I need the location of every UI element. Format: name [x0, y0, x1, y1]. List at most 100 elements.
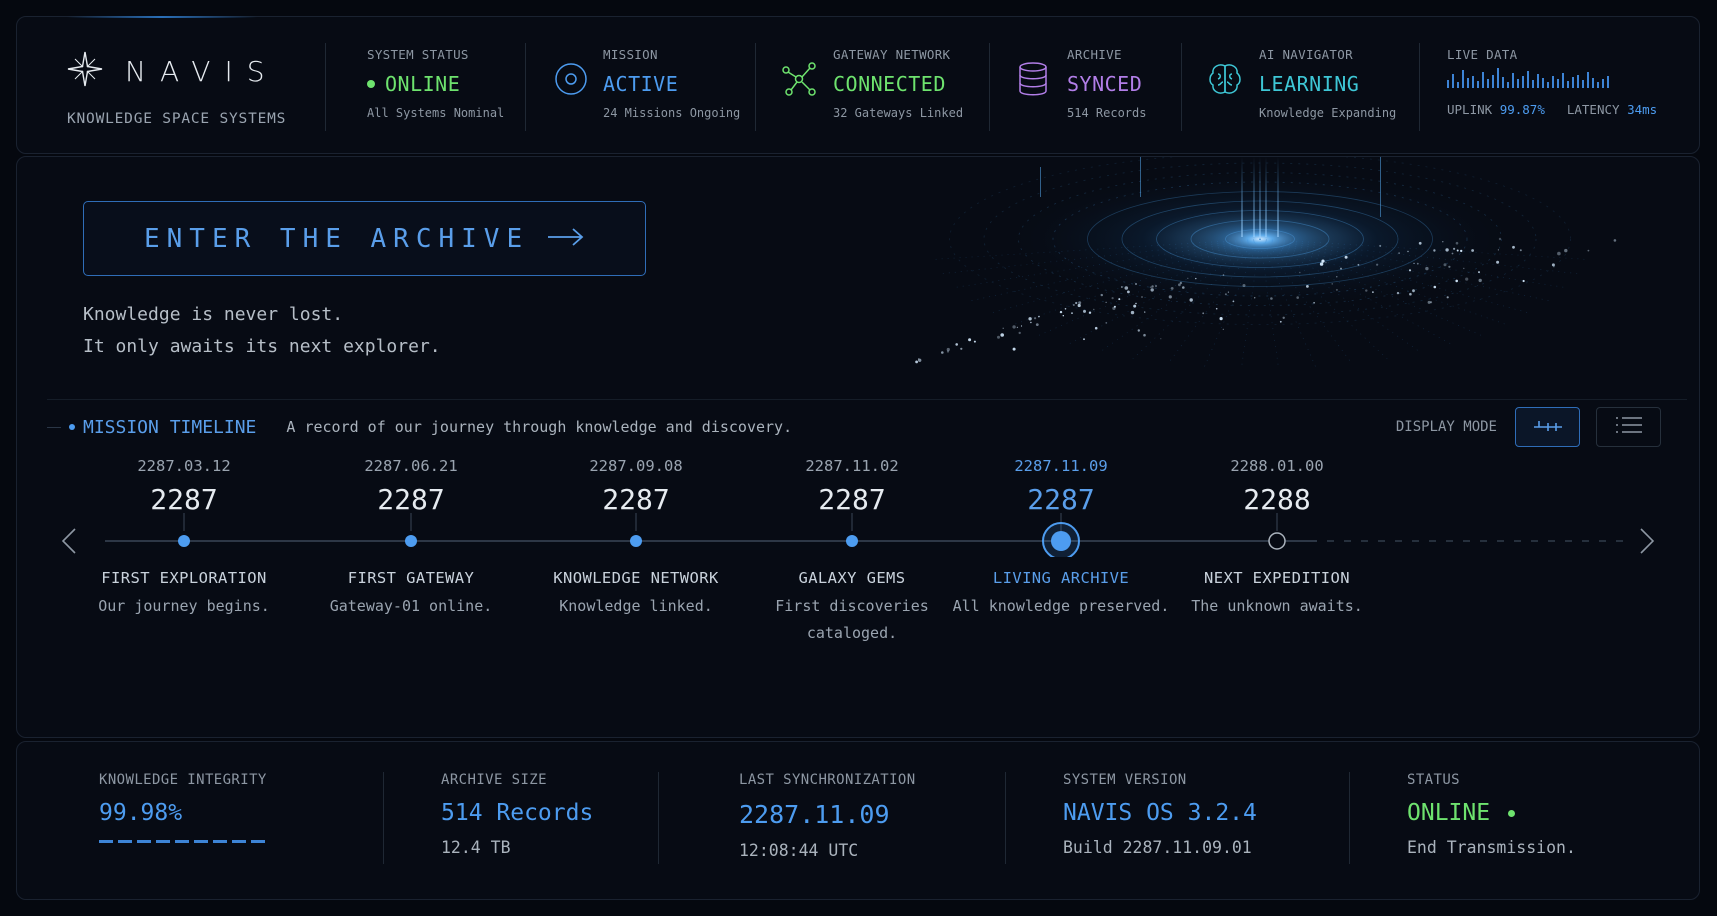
timeline-next-button[interactable]: [1639, 527, 1655, 559]
star: [1254, 297, 1256, 299]
star: [1187, 277, 1189, 279]
gateway-status[interactable]: GATEWAY NETWORK CONNECTED 32 Gateways Li…: [781, 47, 963, 120]
timeline-event-body[interactable]: NEXT EXPEDITION The unknown awaits.: [1167, 569, 1387, 620]
timeline-view-button[interactable]: [1515, 407, 1580, 447]
star: [1137, 329, 1140, 332]
star: [1496, 260, 1500, 264]
sparkline-bar: [1462, 70, 1464, 88]
star: [1321, 259, 1325, 263]
timeline-prev-button[interactable]: [61, 527, 77, 559]
knowledge-integrity-value: 99.98%: [99, 800, 183, 826]
timeline-event-header[interactable]: 2287.03.12 2287: [74, 457, 294, 516]
star: [1219, 317, 1223, 321]
star: [1553, 266, 1555, 268]
sparkline-bar: [1447, 80, 1449, 88]
star: [1445, 248, 1449, 252]
timeline-event-header[interactable]: 2287.11.09 2287: [951, 457, 1171, 516]
section-divider: [47, 399, 1687, 400]
event-date: 2288.01.00: [1230, 457, 1324, 475]
event-year: 2287: [602, 483, 670, 516]
live-data: LIVE DATA UPLINK 99.87% LATENCY 34ms: [1447, 47, 1687, 117]
star: [1398, 252, 1400, 254]
event-description: First discoveries cataloged.: [775, 597, 929, 642]
gateway-value: CONNECTED: [833, 72, 946, 96]
star: [1319, 262, 1324, 266]
star: [1519, 249, 1522, 252]
sparkline-bar: [1527, 71, 1529, 88]
timeline-event-header[interactable]: 2287.11.02 2287: [742, 457, 962, 516]
star: [1396, 291, 1400, 295]
star: [1016, 326, 1019, 329]
star: [1433, 285, 1437, 289]
timeline-event-body[interactable]: LIVING ARCHIVE All knowledge preserved.: [951, 569, 1171, 620]
event-year: 2287: [1027, 483, 1095, 516]
timeline-event-body[interactable]: FIRST GATEWAY Gateway-01 online.: [301, 569, 521, 620]
event-name: FIRST GATEWAY: [347, 569, 475, 587]
latency-value: 34ms: [1627, 102, 1658, 117]
star: [1224, 293, 1227, 296]
ai-navigator-value: LEARNING: [1259, 72, 1360, 96]
star: [968, 338, 972, 342]
star: [1062, 315, 1064, 317]
system-status[interactable]: SYSTEM STATUS ONLINE All Systems Nominal: [367, 47, 504, 120]
sparkline-bar: [1457, 82, 1459, 88]
enter-archive-label: ENTER THE ARCHIVE: [144, 223, 530, 254]
last-sync-value: 2287.11.09: [739, 800, 890, 829]
star: [1094, 326, 1098, 330]
gateway-sub: 32 Gateways Linked: [833, 106, 964, 120]
star: [1409, 292, 1412, 296]
star: [1150, 288, 1154, 292]
arrow-right-icon: [547, 227, 585, 251]
star: [1093, 308, 1095, 311]
footer-status: STATUS ONLINE End Transmission.: [1407, 772, 1576, 857]
ai-navigator-status[interactable]: AI NAVIGATOR LEARNING Knowledge Expandin…: [1207, 47, 1396, 120]
timeline-event-body[interactable]: GALAXY GEMS First discoveries cataloged.: [742, 569, 962, 647]
star: [1227, 291, 1229, 293]
star: [1112, 306, 1116, 310]
star: [1325, 261, 1327, 264]
star: [1034, 317, 1037, 320]
event-date: 2287.11.02: [805, 457, 899, 475]
divider: [989, 43, 990, 131]
timeline-node: [405, 535, 417, 547]
system-version-value: NAVIS OS 3.2.4: [1063, 800, 1257, 826]
timeline-event-body[interactable]: KNOWLEDGE NETWORK Knowledge linked.: [526, 569, 746, 620]
timeline-event-header[interactable]: 2288.01.00 2288: [1167, 457, 1387, 516]
sparkline-bar: [1597, 82, 1599, 88]
star: [1071, 312, 1073, 314]
timeline-event-body[interactable]: FIRST EXPLORATION Our journey begins.: [74, 569, 294, 620]
list-view-button[interactable]: [1596, 407, 1661, 447]
star: [1154, 284, 1158, 288]
divider: [1349, 772, 1350, 864]
star: [1522, 279, 1525, 283]
mission-status[interactable]: MISSION ACTIVE 24 Missions Ongoing: [553, 47, 740, 120]
star: [1083, 338, 1085, 341]
timeline-event-header[interactable]: 2287.09.08 2287: [526, 457, 746, 516]
enter-archive-button[interactable]: ENTER THE ARCHIVE: [83, 201, 646, 276]
star: [1306, 285, 1309, 288]
event-description: Gateway-01 online.: [329, 597, 493, 615]
star: [1557, 251, 1561, 256]
status-dot-icon: [367, 80, 375, 88]
star: [1456, 249, 1459, 252]
gateway-label: GATEWAY NETWORK: [833, 47, 951, 62]
timeline-event-header[interactable]: 2287.06.21 2287: [301, 457, 521, 516]
star: [1038, 316, 1040, 318]
star: [1077, 303, 1081, 308]
star: [1313, 302, 1315, 304]
star: [1453, 247, 1456, 250]
star: [1222, 274, 1225, 276]
archive-status[interactable]: ARCHIVE SYNCED 514 Records: [1015, 47, 1146, 120]
star: [1340, 267, 1342, 270]
event-description: Our journey begins.: [98, 597, 270, 615]
sparkline-bar: [1532, 80, 1534, 88]
tagline-line-2: It only awaits its next explorer.: [83, 336, 441, 357]
sparkline-bar: [1467, 78, 1469, 88]
star: [1335, 288, 1338, 291]
system-version-label: SYSTEM VERSION: [1063, 772, 1187, 788]
light-beam: [1380, 157, 1381, 217]
timeline-bullet-icon: [69, 424, 75, 430]
star: [1376, 263, 1379, 266]
star: [1168, 295, 1172, 299]
star: [1465, 277, 1469, 281]
